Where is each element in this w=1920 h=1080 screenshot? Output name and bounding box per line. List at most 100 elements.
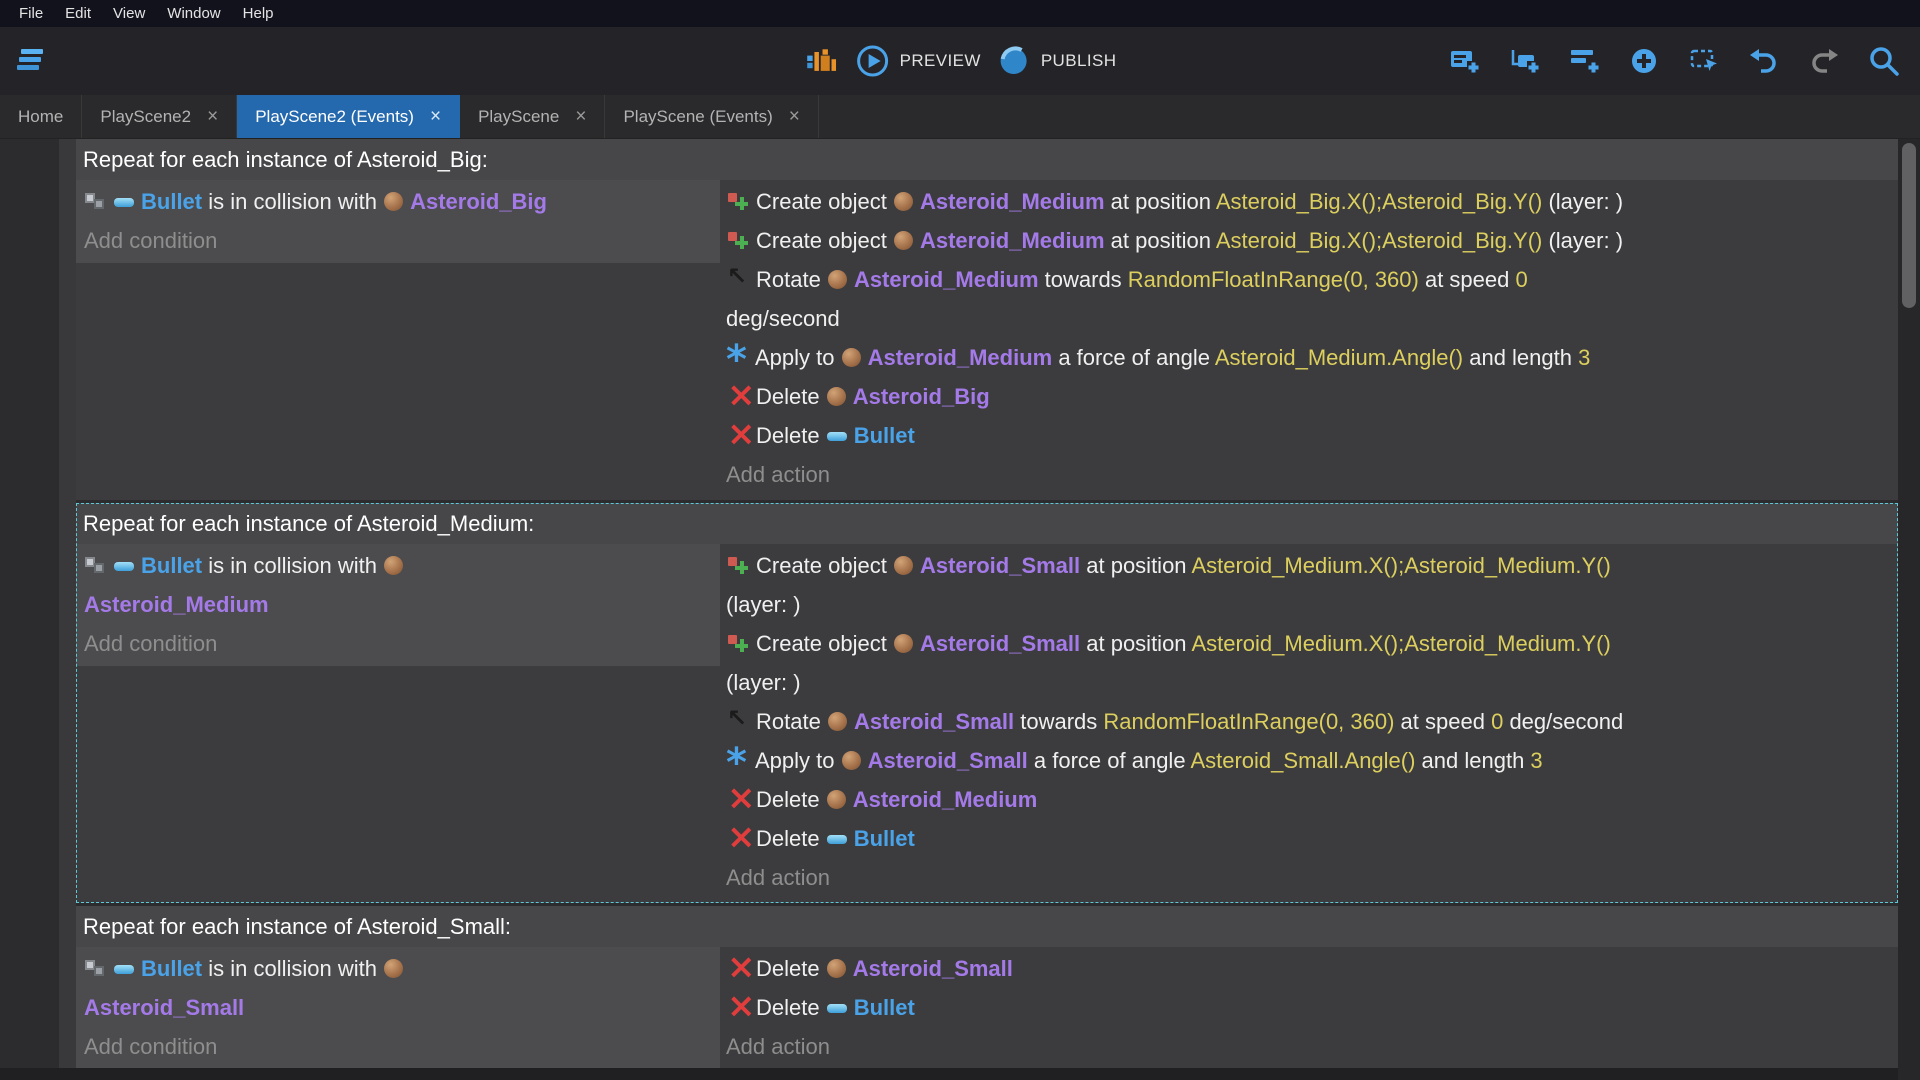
tab-home[interactable]: Home <box>0 95 82 138</box>
build-button[interactable] <box>804 43 840 79</box>
tab-playscene-events[interactable]: PlayScene (Events) × <box>605 95 818 138</box>
asteroid-icon <box>384 192 403 211</box>
event-block-asteroid-small[interactable]: Repeat for each instance of Asteroid_Sma… <box>76 906 1898 1072</box>
project-manager-button[interactable] <box>12 43 48 79</box>
action-row[interactable]: Delete Bullet <box>720 819 1898 858</box>
action-row[interactable]: Create object Asteroid_Small at position… <box>720 624 1898 702</box>
action-row[interactable]: Delete Asteroid_Small <box>720 949 1898 988</box>
delete-icon <box>727 789 749 809</box>
action-row[interactable]: Delete Asteroid_Big <box>720 377 1898 416</box>
event-repeat-header[interactable]: Repeat for each instance of Asteroid_Sma… <box>76 906 1898 947</box>
action-row[interactable]: Create object Asteroid_Medium at positio… <box>720 221 1898 260</box>
events-sheet: Repeat for each instance of Asteroid_Big… <box>0 139 1920 1080</box>
text-segment: towards <box>1014 709 1103 734</box>
action-row[interactable]: Apply to Asteroid_Medium a force of angl… <box>720 338 1898 377</box>
horizontal-scrollbar[interactable] <box>0 1068 1898 1080</box>
add-condition-link[interactable]: Add condition <box>76 1027 720 1066</box>
text-segment: is in collision with <box>202 553 383 578</box>
asteroid-icon <box>842 751 861 770</box>
text-segment: Bullet <box>854 826 915 851</box>
add-event-button[interactable] <box>1446 43 1482 79</box>
event-block-asteroid-big[interactable]: Repeat for each instance of Asteroid_Big… <box>76 139 1898 500</box>
asteroid-icon <box>894 556 913 575</box>
add-condition-link[interactable]: Add condition <box>76 624 720 663</box>
text-segment: and length <box>1463 345 1578 370</box>
tab-playscene[interactable]: PlayScene × <box>460 95 605 138</box>
add-action-link[interactable]: Add action <box>720 858 1898 897</box>
menu-help[interactable]: Help <box>232 5 285 22</box>
tab-label: PlayScene2 (Events) <box>255 107 414 127</box>
asteroid-icon <box>827 790 846 809</box>
bullet-icon <box>114 198 134 207</box>
close-icon[interactable]: × <box>430 107 441 126</box>
delete-icon <box>727 958 749 978</box>
actions-column: Create object Asteroid_Small at position… <box>720 544 1898 903</box>
text-segment: deg/second <box>1503 709 1623 734</box>
add-circle-button[interactable] <box>1626 43 1662 79</box>
bullet-icon <box>827 835 847 844</box>
add-subevent-icon <box>1509 46 1539 76</box>
add-condition-link[interactable]: Add condition <box>76 221 720 260</box>
text-segment: RandomFloatInRange(0, 360) <box>1128 267 1419 292</box>
action-row[interactable]: Rotate Asteroid_Medium towards RandomFlo… <box>720 260 1898 338</box>
text-segment: Create object <box>756 553 893 578</box>
publish-button[interactable]: PUBLISH <box>997 44 1117 78</box>
action-row[interactable]: Delete Bullet <box>720 416 1898 455</box>
undo-button[interactable] <box>1746 43 1782 79</box>
action-row[interactable]: Delete Bullet <box>720 988 1898 1027</box>
action-row[interactable]: Rotate Asteroid_Small towards RandomFloa… <box>720 702 1898 741</box>
text-segment: Rotate <box>756 267 827 292</box>
action-row[interactable]: Create object Asteroid_Medium at positio… <box>720 182 1898 221</box>
event-block-asteroid-medium[interactable]: Repeat for each instance of Asteroid_Med… <box>76 503 1898 903</box>
menu-view[interactable]: View <box>102 5 156 22</box>
text-segment: Delete <box>756 384 826 409</box>
tab-playscene2-events[interactable]: PlayScene2 (Events) × <box>237 95 460 138</box>
redo-button[interactable] <box>1806 43 1842 79</box>
menu-edit[interactable]: Edit <box>54 5 102 22</box>
preview-button[interactable]: PREVIEW <box>856 44 981 78</box>
publish-icon <box>997 44 1031 78</box>
conditions-column: Bullet is in collision with Asteroid_Med… <box>76 544 720 903</box>
add-comment-button[interactable] <box>1566 43 1602 79</box>
text-segment: Delete <box>756 423 826 448</box>
add-subevent-button[interactable] <box>1506 43 1542 79</box>
close-icon[interactable]: × <box>575 107 586 126</box>
tab-label: PlayScene (Events) <box>623 107 772 127</box>
choose-event-button[interactable] <box>1686 43 1722 79</box>
condition-row[interactable]: Bullet is in collision with Asteroid_Big <box>76 182 720 221</box>
tab-bar: Home PlayScene2 × PlayScene2 (Events) × … <box>0 95 1920 139</box>
tab-playscene2[interactable]: PlayScene2 × <box>82 95 237 138</box>
condition-row[interactable]: Bullet is in collision with Asteroid_Sma… <box>76 949 720 1027</box>
action-row[interactable]: Apply to Asteroid_Small a force of angle… <box>720 741 1898 780</box>
event-repeat-header[interactable]: Repeat for each instance of Asteroid_Big… <box>76 139 1898 180</box>
text-segment: Delete <box>756 826 826 851</box>
text-segment: Asteroid_Medium <box>853 787 1038 812</box>
scrollbar-thumb[interactable] <box>1902 143 1916 308</box>
text-segment: Asteroid_Big <box>410 189 547 214</box>
text-segment: Asteroid_Medium <box>868 345 1053 370</box>
tab-label: Home <box>18 107 63 127</box>
close-icon[interactable]: × <box>789 107 800 126</box>
collision-icon <box>85 191 106 211</box>
text-segment: a force of angle <box>1052 345 1215 370</box>
close-icon[interactable]: × <box>207 107 218 126</box>
event-repeat-header[interactable]: Repeat for each instance of Asteroid_Med… <box>76 503 1898 544</box>
search-button[interactable] <box>1866 43 1902 79</box>
text-segment: Apply to <box>755 748 841 773</box>
asteroid-icon <box>828 270 847 289</box>
text-segment: Asteroid_Small <box>920 631 1080 656</box>
add-action-link[interactable]: Add action <box>720 1027 1898 1066</box>
action-row[interactable]: Create object Asteroid_Small at position… <box>720 546 1898 624</box>
text-segment: at position <box>1105 189 1216 214</box>
text-segment: (layer: ) <box>1542 228 1623 253</box>
action-row[interactable]: Delete Asteroid_Medium <box>720 780 1898 819</box>
text-segment: 0 <box>1491 709 1503 734</box>
menu-file[interactable]: File <box>8 5 54 22</box>
condition-row[interactable]: Bullet is in collision with Asteroid_Med… <box>76 546 720 624</box>
text-segment: Create object <box>756 189 893 214</box>
menu-window[interactable]: Window <box>156 5 231 22</box>
add-action-link[interactable]: Add action <box>720 455 1898 494</box>
collision-icon <box>85 958 106 978</box>
vertical-scrollbar[interactable] <box>1898 139 1920 1080</box>
text-segment: towards <box>1039 267 1128 292</box>
